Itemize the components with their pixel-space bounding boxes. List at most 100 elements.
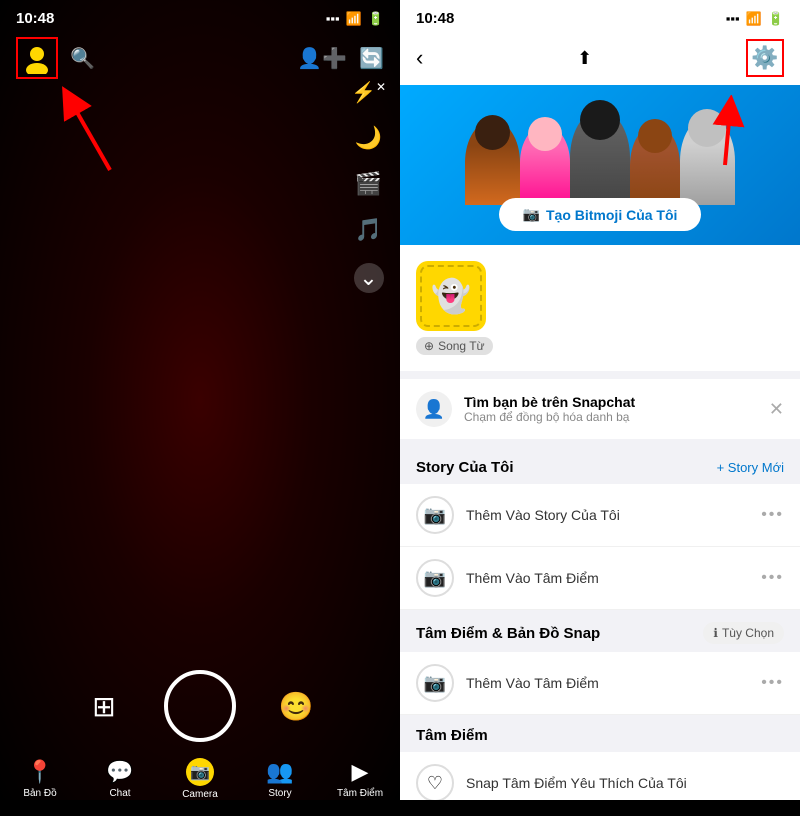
left-panel: 10:48 ▪▪▪ 📶 🔋 🔍 👤➕ 🔄 <box>0 0 400 800</box>
find-friends-text: Tìm bạn bè trên Snapchat Chạm để đồng bộ… <box>464 394 757 424</box>
tam-diem-item-1-label: Thêm Vào Tâm Điểm <box>466 675 749 691</box>
signal-icon: ▪▪▪ <box>326 11 340 26</box>
tam-diem-title: Tâm Điểm & Bản Đồ Snap <box>416 625 600 642</box>
find-friends-sub: Chạm để đồng bộ hóa danh bạ <box>464 410 757 424</box>
story-section-title: Story Của Tôi <box>416 459 514 476</box>
avatar-2 <box>520 125 570 200</box>
tam-diem-item-1-menu[interactable]: ••• <box>761 674 784 692</box>
right-arrow-annotation <box>675 95 745 175</box>
wifi-icon: 📶 <box>346 11 362 27</box>
bottom-nav: 📍 Bản Đồ 💬 Chat 📷 Camera 👥 Story ▶ Tâm Đ… <box>0 750 400 816</box>
story-new-button[interactable]: + Story Mới <box>717 460 784 475</box>
right-wifi-icon: 📶 <box>746 11 762 27</box>
avatar-1 <box>465 120 520 205</box>
story-section-header: Story Của Tôi + Story Mới <box>400 447 800 484</box>
camera-bottom: ⊞ 😊 📍 Bản Đồ 💬 Chat 📷 Camera 👥 Story <box>0 660 400 800</box>
nav-story[interactable]: 👥 Story <box>250 759 310 799</box>
bitmoji-lens-button[interactable]: 😊 <box>276 686 316 726</box>
snap-yeu-thich-label: Snap Tâm Điểm Yêu Thích Của Tôi <box>466 775 784 791</box>
tam-diem-item-1[interactable]: 📷 Thêm Vào Tâm Điểm ••• <box>400 652 800 715</box>
share-button[interactable]: ⬆ <box>577 48 592 69</box>
find-friends-icon: 👤 <box>416 391 452 427</box>
story-item-2-icon: 📷 <box>416 559 454 597</box>
nav-spotlight[interactable]: ▶ Tâm Điểm <box>330 759 390 799</box>
search-button[interactable]: 🔍 <box>70 46 95 71</box>
profile-button[interactable] <box>16 37 58 79</box>
story-item-2[interactable]: 📷 Thêm Vào Tâm Điểm ••• <box>400 547 800 610</box>
nav-map-label: Bản Đồ <box>23 788 56 799</box>
spotlight-icon: ▶ <box>352 759 369 785</box>
flip-camera-button[interactable]: 🔄 <box>359 46 384 71</box>
snapcode-border <box>420 265 482 327</box>
add-friend-button[interactable]: 👤➕ <box>297 46 347 71</box>
story-items-container: 📷 Thêm Vào Story Của Tôi ••• 📷 Thêm Vào … <box>400 484 800 610</box>
story-item-1-label: Thêm Vào Story Của Tôi <box>466 507 749 523</box>
gallery-button[interactable]: ⊞ <box>84 686 124 726</box>
nav-camera[interactable]: 📷 Camera <box>170 758 230 800</box>
story-item-2-menu[interactable]: ••• <box>761 569 784 587</box>
username-badge: ⊕ Song Từ <box>416 337 493 355</box>
left-top-icons: 🔍 👤➕ 🔄 <box>0 33 400 83</box>
story-icon: 👥 <box>266 759 293 785</box>
right-header-btns: 👤➕ 🔄 <box>297 46 384 71</box>
left-top-left: 🔍 <box>16 37 95 79</box>
nav-map[interactable]: 📍 Bản Đồ <box>10 759 70 799</box>
tam-diem-items-container: 📷 Thêm Vào Tâm Điểm ••• <box>400 652 800 715</box>
story-item-1-menu[interactable]: ••• <box>761 506 784 524</box>
avatar-3 <box>570 110 630 205</box>
filter-icon[interactable]: 🎬 <box>355 171 382 197</box>
star-icon: ⊕ <box>424 339 434 353</box>
right-time: 10:48 <box>416 10 454 27</box>
tuychon-button[interactable]: ℹ Tùy Chọn <box>703 622 784 644</box>
story-item-2-label: Thêm Vào Tâm Điểm <box>466 570 749 586</box>
camera-circle-icon: 📷 <box>523 206 540 223</box>
snap-yeu-thich-item[interactable]: ♡ Snap Tâm Điểm Yêu Thích Của Tôi <box>400 752 800 800</box>
tam-diem-item-1-icon: 📷 <box>416 664 454 702</box>
nav-story-label: Story <box>268 788 291 799</box>
tuychon-label: Tùy Chọn <box>722 626 774 640</box>
find-friends-card[interactable]: 👤 Tìm bạn bè trên Snapchat Chạm để đồng … <box>400 379 800 439</box>
create-bitmoji-button[interactable]: 📷 Tạo Bitmoji Của Tôi <box>499 198 702 231</box>
username-row: ⊕ Song Từ <box>416 337 784 355</box>
right-status-icons: ▪▪▪ 📶 🔋 <box>726 11 784 27</box>
find-friends-title: Tìm bạn bè trên Snapchat <box>464 394 757 410</box>
story-item-1-icon: 📷 <box>416 496 454 534</box>
snap-yeu-thich-icon: ♡ <box>416 764 454 800</box>
battery-icon: 🔋 <box>368 11 384 27</box>
left-status-icons: ▪▪▪ 📶 🔋 <box>326 11 384 27</box>
flash-off-icon[interactable]: ⚡✕ <box>351 80 386 105</box>
avatar-4 <box>630 125 680 205</box>
nav-spotlight-label: Tâm Điểm <box>337 788 383 799</box>
nav-camera-label: Camera <box>182 789 218 800</box>
right-header: ‹ ⬆ ⚙️ <box>400 33 800 85</box>
music-icon[interactable]: 🎵 <box>355 217 382 243</box>
right-status-bar: 10:48 ▪▪▪ 📶 🔋 <box>400 0 800 33</box>
settings-button[interactable]: ⚙️ <box>746 39 784 77</box>
right-battery-icon: 🔋 <box>768 11 784 27</box>
info-icon: ℹ <box>713 626 718 640</box>
profile-silhouette <box>21 42 53 74</box>
profile-section: 👻 ⊕ Song Từ <box>400 245 800 371</box>
camera-active-icon: 📷 <box>186 758 214 786</box>
tam-diem2-items-container: ♡ Snap Tâm Điểm Yêu Thích Của Tôi <box>400 752 800 800</box>
more-options-icon[interactable]: ⌄ <box>354 263 384 293</box>
nav-chat-label: Chat <box>109 788 130 799</box>
camera-controls: ⊞ 😊 <box>0 660 400 750</box>
snapcode-row: 👻 <box>416 261 784 331</box>
chat-icon: 💬 <box>106 759 133 785</box>
tam-diem-section-header: Tâm Điểm & Bản Đồ Snap ℹ Tùy Chọn <box>400 610 800 652</box>
night-mode-icon[interactable]: 🌙 <box>355 125 382 151</box>
left-time: 10:48 <box>16 10 54 27</box>
left-status-bar: 10:48 ▪▪▪ 📶 🔋 <box>0 0 400 33</box>
content-scroll[interactable]: 👻 ⊕ Song Từ 👤 Tìm bạn bè trên Snapchat C… <box>400 245 800 800</box>
bitmoji-banner: 📷 Tạo Bitmoji Của Tôi <box>400 85 800 245</box>
snapcode-image[interactable]: 👻 <box>416 261 486 331</box>
dismiss-find-friends-button[interactable]: ✕ <box>769 399 784 420</box>
map-icon: 📍 <box>26 759 53 785</box>
story-item-1[interactable]: 📷 Thêm Vào Story Của Tôi ••• <box>400 484 800 547</box>
shutter-button[interactable] <box>164 670 236 742</box>
username-text: Song Từ <box>438 339 485 353</box>
back-button[interactable]: ‹ <box>416 45 423 71</box>
right-signal-icon: ▪▪▪ <box>726 11 740 26</box>
nav-chat[interactable]: 💬 Chat <box>90 759 150 799</box>
